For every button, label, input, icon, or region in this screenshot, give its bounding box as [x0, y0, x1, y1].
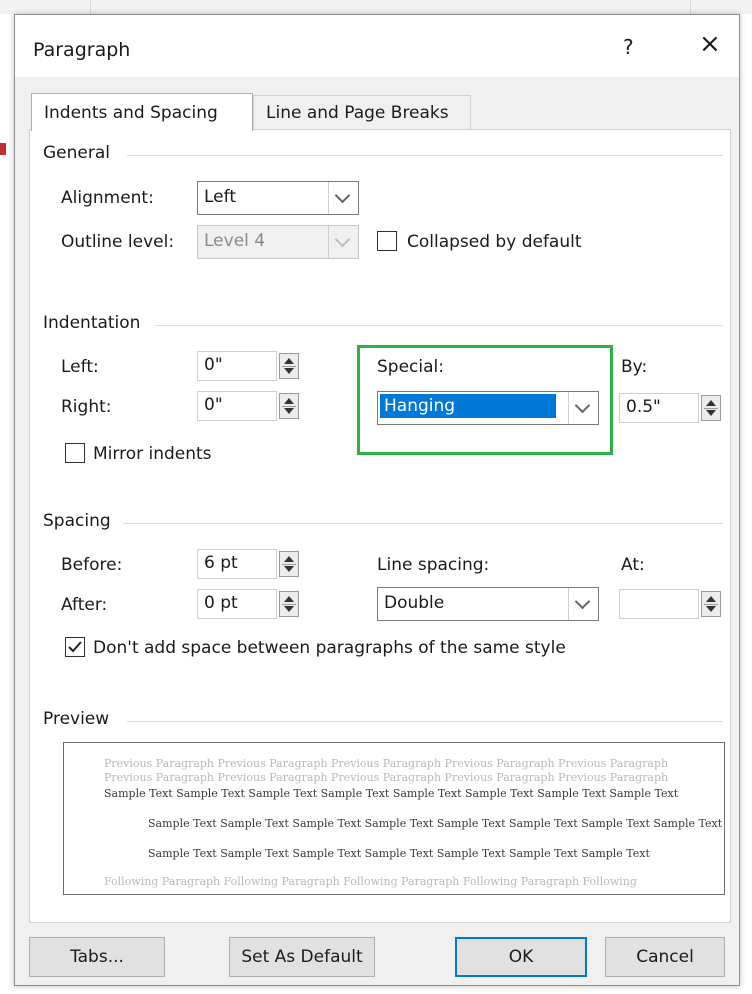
preview-heading: Preview: [43, 709, 110, 729]
set-as-default-button[interactable]: Set As Default: [229, 937, 375, 977]
background-app: [0, 0, 752, 14]
preview-previous-line: Previous Paragraph Previous Paragraph Pr…: [104, 771, 669, 784]
ok-button[interactable]: OK: [455, 937, 587, 977]
special-label: Special:: [377, 357, 444, 377]
before-input[interactable]: 6 pt: [197, 549, 277, 579]
preview-divider: [127, 721, 723, 722]
chevron-down-icon[interactable]: [568, 588, 598, 620]
at-input[interactable]: [619, 589, 699, 619]
preview-box: Previous Paragraph Previous Paragraph Pr…: [63, 742, 725, 895]
help-button[interactable]: ?: [623, 35, 634, 59]
before-spinner[interactable]: [279, 551, 299, 577]
left-indent-spinner[interactable]: [279, 353, 299, 379]
cancel-button[interactable]: Cancel: [605, 937, 725, 977]
indentation-heading: Indentation: [43, 313, 141, 333]
preview-sample-line: Sample Text Sample Text Sample Text Samp…: [148, 847, 650, 860]
general-heading: General: [43, 143, 110, 163]
background-marker: [0, 143, 6, 155]
alignment-label: Alignment:: [61, 188, 154, 208]
close-icon[interactable]: ×: [699, 31, 721, 57]
general-divider: [127, 155, 723, 156]
mirror-indents-checkbox[interactable]: [65, 443, 85, 463]
special-value: Hanging: [380, 394, 556, 418]
tab-indents-and-spacing[interactable]: Indents and Spacing: [31, 93, 253, 131]
background-divider: [690, 0, 691, 14]
after-value: 0 pt: [204, 593, 238, 613]
before-label: Before:: [61, 555, 123, 575]
line-spacing-label: Line spacing:: [377, 555, 490, 575]
line-spacing-value: Double: [384, 593, 445, 613]
spacing-divider: [123, 523, 723, 524]
by-value: 0.5": [626, 397, 661, 417]
indentation-divider: [155, 325, 723, 326]
special-select[interactable]: Hanging: [377, 391, 599, 425]
before-value: 6 pt: [204, 553, 238, 573]
chevron-down-icon[interactable]: [568, 392, 598, 424]
outline-level-select[interactable]: Level 4: [197, 225, 359, 259]
mirror-indents-label: Mirror indents: [93, 444, 212, 464]
preview-sample-line: Sample Text Sample Text Sample Text Samp…: [148, 817, 723, 830]
preview-sample-line: Sample Text Sample Text Sample Text Samp…: [104, 787, 679, 800]
outline-level-value: Level 4: [204, 231, 266, 251]
chevron-down-icon[interactable]: [328, 182, 358, 214]
after-input[interactable]: 0 pt: [197, 589, 277, 619]
dont-add-space-label: Don't add space between paragraphs of th…: [93, 638, 566, 658]
title-bar: Paragraph ? ×: [15, 15, 739, 77]
preview-following-line: Following Paragraph Following Paragraph …: [104, 875, 637, 888]
tabs-button[interactable]: Tabs...: [29, 937, 165, 977]
by-label: By:: [621, 357, 648, 377]
left-indent-input[interactable]: 0": [197, 351, 277, 381]
cancel-label: Cancel: [636, 947, 694, 967]
chevron-down-icon: [328, 226, 358, 258]
right-indent-spinner[interactable]: [279, 393, 299, 419]
by-input[interactable]: 0.5": [619, 393, 699, 423]
right-indent-input[interactable]: 0": [197, 391, 277, 421]
right-indent-label: Right:: [61, 397, 112, 417]
by-spinner[interactable]: [701, 395, 721, 421]
after-spinner[interactable]: [279, 591, 299, 617]
right-indent-value: 0": [204, 395, 223, 415]
set-as-default-label: Set As Default: [241, 947, 363, 967]
paragraph-dialog: Paragraph ? × Indents and Spacing Line a…: [14, 14, 740, 986]
outline-level-label: Outline level:: [61, 232, 175, 252]
after-label: After:: [61, 595, 108, 615]
tab-line-and-page-breaks[interactable]: Line and Page Breaks: [253, 95, 471, 129]
left-indent-value: 0": [204, 355, 223, 375]
at-label: At:: [621, 555, 645, 575]
tabs-button-label: Tabs...: [70, 947, 124, 967]
background-divider: [90, 0, 91, 14]
checkmark-icon: [68, 641, 82, 653]
collapsed-label: Collapsed by default: [407, 232, 582, 252]
alignment-value: Left: [204, 187, 236, 207]
collapsed-checkbox[interactable]: [377, 231, 397, 251]
spacing-heading: Spacing: [43, 511, 111, 531]
line-spacing-select[interactable]: Double: [377, 587, 599, 621]
dialog-title: Paragraph: [33, 39, 131, 61]
left-indent-label: Left:: [61, 357, 99, 377]
at-spinner[interactable]: [701, 591, 721, 617]
dont-add-space-checkbox[interactable]: [65, 637, 85, 657]
tab-label: Line and Page Breaks: [266, 103, 449, 123]
ok-label: OK: [508, 947, 534, 967]
tab-label: Indents and Spacing: [44, 103, 218, 123]
preview-previous-line: Previous Paragraph Previous Paragraph Pr…: [104, 757, 669, 770]
alignment-select[interactable]: Left: [197, 181, 359, 215]
